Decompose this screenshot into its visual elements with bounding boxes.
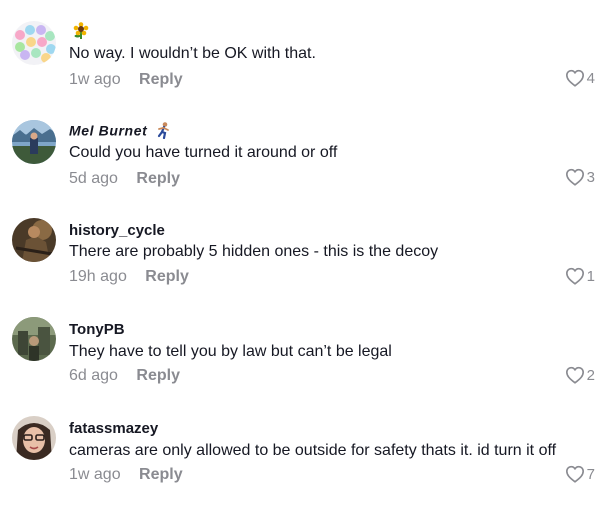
heart-icon xyxy=(565,168,584,186)
like-count: 1 xyxy=(586,267,595,285)
avatar[interactable] xyxy=(12,120,56,164)
heart-icon xyxy=(565,366,584,384)
username-text[interactable]: Mel Burnet xyxy=(69,123,147,139)
comment-username[interactable]: Mel Burnet xyxy=(69,122,172,142)
avatar[interactable] xyxy=(12,218,56,262)
comment-list: No way. I wouldn’t be OK with that. 1w a… xyxy=(0,0,611,507)
comment-meta: 1w ago Reply xyxy=(69,466,183,484)
runner-icon xyxy=(156,122,172,142)
like-button[interactable]: 4 xyxy=(565,69,595,87)
comment-meta: 6d ago Reply xyxy=(69,367,180,385)
like-button[interactable]: 2 xyxy=(565,366,595,384)
like-button[interactable]: 3 xyxy=(565,168,595,186)
comment-meta: 19h ago Reply xyxy=(69,268,189,286)
like-button[interactable]: 1 xyxy=(565,267,595,285)
comment-item: No way. I wouldn’t be OK with that. 1w a… xyxy=(0,18,611,117)
comment-text: There are probably 5 hidden ones - this … xyxy=(69,243,439,260)
comment-text: They have to tell you by law but can’t b… xyxy=(69,343,392,360)
heart-icon xyxy=(565,69,584,87)
comment-time: 1w ago xyxy=(69,466,121,483)
comment-item: fatassmazey cameras are only allowed to … xyxy=(0,414,611,513)
comment-time: 1w ago xyxy=(69,71,121,88)
like-button[interactable]: 7 xyxy=(565,465,595,483)
avatar[interactable] xyxy=(12,317,56,361)
comment-time: 19h ago xyxy=(69,268,127,285)
comment-time: 5d ago xyxy=(69,170,118,187)
like-count: 2 xyxy=(586,366,595,384)
username-text[interactable]: history_cycle xyxy=(69,222,165,239)
comment-text: No way. I wouldn’t be OK with that. xyxy=(69,45,316,62)
reply-button[interactable]: Reply xyxy=(136,170,180,187)
comment-item: TonyPB They have to tell you by law but … xyxy=(0,315,611,414)
heart-icon xyxy=(565,465,584,483)
comment-item: Mel Burnet Could you have turned it arou… xyxy=(0,117,611,216)
like-count: 7 xyxy=(586,465,595,483)
comment-meta: 5d ago Reply xyxy=(69,170,180,188)
comment-time: 6d ago xyxy=(69,367,118,384)
reply-button[interactable]: Reply xyxy=(139,71,183,88)
like-count: 4 xyxy=(586,69,595,87)
comment-meta: 1w ago Reply xyxy=(69,71,183,89)
heart-icon xyxy=(565,267,584,285)
comment-text: Could you have turned it around or off xyxy=(69,144,338,161)
comment-username[interactable]: history_cycle xyxy=(69,222,165,239)
avatar[interactable] xyxy=(12,21,56,65)
reply-button[interactable]: Reply xyxy=(145,268,189,285)
reply-button[interactable]: Reply xyxy=(136,367,180,384)
sunflower-icon xyxy=(73,22,89,44)
username-text[interactable]: TonyPB xyxy=(69,321,125,338)
comment-item: history_cycle There are probably 5 hidde… xyxy=(0,216,611,315)
avatar[interactable] xyxy=(12,416,56,460)
reply-button[interactable]: Reply xyxy=(139,466,183,483)
comment-username[interactable]: fatassmazey xyxy=(69,420,158,437)
comment-username[interactable]: TonyPB xyxy=(69,321,125,338)
comment-text: cameras are only allowed to be outside f… xyxy=(69,442,557,459)
comment-username[interactable] xyxy=(69,22,89,44)
username-text[interactable]: fatassmazey xyxy=(69,420,158,437)
like-count: 3 xyxy=(586,168,595,186)
